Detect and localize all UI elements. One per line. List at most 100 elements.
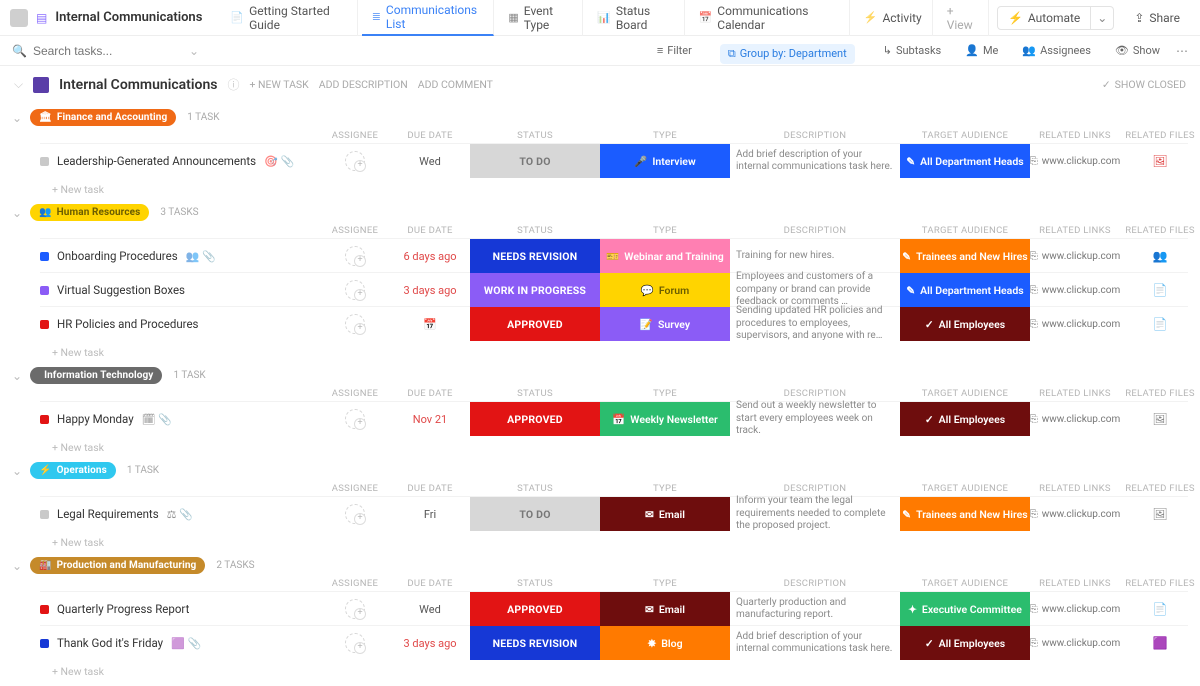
status-cell[interactable]: TO DO — [470, 144, 600, 178]
filter-button[interactable]: ≡Filter — [649, 41, 700, 60]
description-cell[interactable]: Send out a weekly newsletter to start ev… — [730, 400, 900, 438]
groupby-button[interactable]: ⧉Group by: Department — [720, 44, 855, 64]
tab-status-board[interactable]: 📊Status Board — [587, 0, 684, 36]
related-link-cell[interactable]: ⎘www.clickup.com — [1030, 285, 1120, 296]
assignee-cell[interactable] — [320, 314, 390, 334]
status-square-icon[interactable] — [40, 252, 49, 261]
type-cell[interactable]: 💬Forum — [600, 273, 730, 307]
add-assignee-icon[interactable] — [345, 246, 365, 266]
description-cell[interactable]: Employees and customers of a company or … — [730, 271, 900, 309]
task-title[interactable]: Virtual Suggestion Boxes — [57, 283, 185, 297]
collapse-icon[interactable]: ⌵ — [14, 77, 23, 92]
due-date-cell[interactable]: Wed — [390, 155, 470, 168]
group-pill[interactable]: ⚡ Operations — [30, 462, 116, 479]
related-link-cell[interactable]: ⎘www.clickup.com — [1030, 414, 1120, 425]
related-link-cell[interactable]: ⎘www.clickup.com — [1030, 509, 1120, 520]
target-audience-cell[interactable]: ✓All Employees — [900, 402, 1030, 436]
related-link-cell[interactable]: ⎘www.clickup.com — [1030, 156, 1120, 167]
add-assignee-icon[interactable] — [345, 504, 365, 524]
task-title[interactable]: Legal Requirements — [57, 507, 159, 521]
group-pill[interactable]: 👥 Human Resources — [30, 204, 149, 221]
type-cell[interactable]: 📅Weekly Newsletter — [600, 402, 730, 436]
task-title[interactable]: Leadership-Generated Announcements — [57, 154, 256, 168]
task-title[interactable]: Quarterly Progress Report — [57, 602, 189, 616]
related-files-cell[interactable]: 🖼 — [1120, 412, 1200, 426]
search-caret-icon[interactable]: ⌄ — [189, 44, 199, 58]
target-audience-cell[interactable]: ✦Executive Committee — [900, 592, 1030, 626]
group-pill[interactable]: 🏭 Production and Manufacturing — [30, 557, 205, 574]
due-date-cell[interactable]: 6 days ago — [390, 250, 470, 263]
info-icon[interactable]: ⓘ — [227, 76, 239, 93]
task-attachment-icons[interactable]: 🗓 📎 — [142, 413, 172, 426]
status-square-icon[interactable] — [40, 286, 49, 295]
task-row[interactable]: Thank God it's Friday 🟪 📎 3 days ago NEE… — [40, 625, 1188, 659]
status-cell[interactable]: APPROVED — [470, 402, 600, 436]
due-date-cell[interactable]: Wed — [390, 603, 470, 616]
tab-communications-calendar[interactable]: 📅Communications Calendar — [689, 0, 850, 36]
description-cell[interactable]: Quarterly production and manufacturing r… — [730, 597, 900, 622]
task-title[interactable]: Thank God it's Friday — [57, 636, 163, 650]
type-cell[interactable]: ✸Blog — [600, 626, 730, 660]
me-button[interactable]: 👤Me — [957, 41, 1006, 60]
status-square-icon[interactable] — [40, 157, 49, 166]
status-square-icon[interactable] — [40, 605, 49, 614]
status-square-icon[interactable] — [40, 510, 49, 519]
search-input[interactable] — [33, 44, 183, 58]
target-audience-cell[interactable]: ✓All Employees — [900, 307, 1030, 341]
assignee-cell[interactable] — [320, 246, 390, 266]
type-cell[interactable]: 🎫Webinar and Training — [600, 239, 730, 273]
related-files-cell[interactable]: 📄 — [1120, 602, 1200, 616]
tab-activity[interactable]: ⚡Activity — [854, 0, 933, 36]
task-attachment-icons[interactable]: 🎯 📎 — [264, 155, 294, 168]
task-attachment-icons[interactable]: ⚖ 📎 — [167, 508, 193, 521]
add-view-button[interactable]: + View — [937, 0, 989, 36]
automate-caret-button[interactable]: ⌄ — [1091, 6, 1114, 30]
target-audience-cell[interactable]: ✎All Department Heads — [900, 273, 1030, 307]
show-closed-button[interactable]: ✓SHOW CLOSED — [1102, 78, 1186, 91]
task-row[interactable]: Leadership-Generated Announcements 🎯 📎 W… — [40, 143, 1188, 177]
due-date-cell[interactable]: Nov 21 — [390, 413, 470, 426]
related-files-cell[interactable]: 🖼 — [1120, 154, 1200, 168]
related-files-cell[interactable]: 👥 — [1120, 249, 1200, 263]
type-cell[interactable]: 🎤Interview — [600, 144, 730, 178]
new-task-row[interactable]: + New task — [52, 346, 1188, 359]
task-attachment-icons[interactable]: 🟪 📎 — [171, 637, 201, 650]
related-files-cell[interactable]: 🟪 — [1120, 636, 1200, 650]
group-collapse-button[interactable]: ⌄ — [12, 111, 22, 125]
status-square-icon[interactable] — [40, 415, 49, 424]
description-cell[interactable]: Sending updated HR policies and procedur… — [730, 305, 900, 343]
assignee-cell[interactable] — [320, 280, 390, 300]
type-cell[interactable]: ✉Email — [600, 592, 730, 626]
task-row[interactable]: HR Policies and Procedures 📅 APPROVED 📝S… — [40, 306, 1188, 340]
assignee-cell[interactable] — [320, 633, 390, 653]
task-title[interactable]: HR Policies and Procedures — [57, 317, 199, 331]
status-cell[interactable]: WORK IN PROGRESS — [470, 273, 600, 307]
add-comment-button[interactable]: ADD COMMENT — [418, 78, 493, 91]
task-title[interactable]: Happy Monday — [57, 412, 134, 426]
tab-event-type[interactable]: ▦Event Type — [498, 0, 583, 36]
assignee-cell[interactable] — [320, 409, 390, 429]
tab-communications-list[interactable]: ≣Communications List — [362, 0, 495, 36]
status-square-icon[interactable] — [40, 639, 49, 648]
add-assignee-icon[interactable] — [345, 280, 365, 300]
description-cell[interactable]: Training for new hires. — [730, 250, 900, 263]
share-button[interactable]: ⇪ Share — [1124, 7, 1190, 29]
tab-getting-started-guide[interactable]: 📄Getting Started Guide — [220, 0, 357, 36]
related-files-cell[interactable]: 📄 — [1120, 317, 1200, 331]
related-files-cell[interactable]: 📄 — [1120, 283, 1200, 297]
target-audience-cell[interactable]: ✎All Department Heads — [900, 144, 1030, 178]
status-cell[interactable]: TO DO — [470, 497, 600, 531]
assignees-button[interactable]: 👥Assignees — [1014, 41, 1099, 60]
group-pill[interactable]: 🏛 Finance and Accounting — [30, 109, 176, 126]
group-collapse-button[interactable]: ⌄ — [12, 206, 22, 220]
related-link-cell[interactable]: ⎘www.clickup.com — [1030, 251, 1120, 262]
new-task-row[interactable]: + New task — [52, 665, 1188, 678]
related-link-cell[interactable]: ⎘www.clickup.com — [1030, 638, 1120, 649]
status-square-icon[interactable] — [40, 320, 49, 329]
target-audience-cell[interactable]: ✎Trainees and New Hires — [900, 239, 1030, 273]
due-date-cell[interactable]: 3 days ago — [390, 284, 470, 297]
related-link-cell[interactable]: ⎘www.clickup.com — [1030, 604, 1120, 615]
new-task-row[interactable]: + New task — [52, 536, 1188, 549]
task-row[interactable]: Legal Requirements ⚖ 📎 Fri TO DO ✉Email … — [40, 496, 1188, 530]
description-cell[interactable]: Inform your team the legal requirements … — [730, 495, 900, 533]
